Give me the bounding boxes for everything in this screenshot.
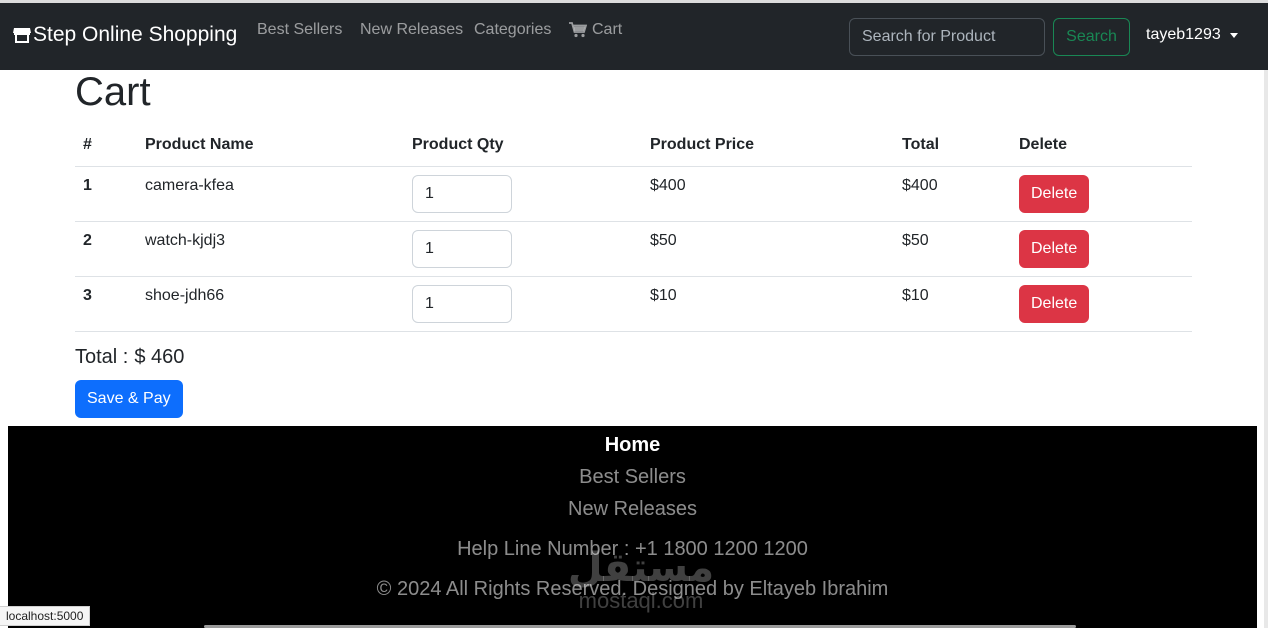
table-row: 2 watch-kjdj3 $50 $50 Delete <box>75 221 1192 277</box>
search-input[interactable] <box>849 18 1045 56</box>
column-header-index: # <box>75 124 137 167</box>
navbar: Step Online Shopping Best Sellers New Re… <box>0 3 1268 70</box>
delete-button[interactable]: Delete <box>1019 174 1090 213</box>
quantity-input[interactable] <box>412 229 512 268</box>
delete-button[interactable]: Delete <box>1019 284 1090 323</box>
delete-cell: Delete <box>1011 166 1192 222</box>
column-header-product-price: Product Price <box>642 124 894 167</box>
product-price: $10 <box>642 276 894 332</box>
row-index: 3 <box>75 276 137 332</box>
search-button[interactable]: Search <box>1053 18 1130 56</box>
qty-cell <box>404 166 642 222</box>
save-and-pay-button[interactable]: Save & Pay <box>75 380 183 418</box>
footer-link-new-releases[interactable]: New Releases <box>8 498 1257 521</box>
product-price: $400 <box>642 166 894 222</box>
cart-table: # Product Name Product Qty Product Price… <box>75 124 1192 332</box>
column-header-delete: Delete <box>1011 124 1192 167</box>
row-total: $10 <box>894 276 1011 332</box>
cart-icon <box>569 22 587 38</box>
vertical-scrollbar[interactable] <box>1264 70 1268 628</box>
row-total: $50 <box>894 221 1011 277</box>
cart-total-label: Total : <box>75 346 129 368</box>
delete-cell: Delete <box>1011 221 1192 277</box>
cart-total: Total : $ 460 <box>75 346 184 369</box>
user-menu-dropdown[interactable]: tayeb1293 <box>1146 26 1238 44</box>
nav-new-releases[interactable]: New Releases <box>360 21 463 39</box>
column-header-product-qty: Product Qty <box>404 124 642 167</box>
column-header-total: Total <box>894 124 1011 167</box>
nav-best-sellers[interactable]: Best Sellers <box>257 21 342 39</box>
nav-cart-label: Cart <box>592 21 623 38</box>
column-header-product-name: Product Name <box>137 124 404 167</box>
qty-cell <box>404 276 642 332</box>
product-price: $50 <box>642 221 894 277</box>
status-bar-url: localhost:5000 <box>0 606 91 626</box>
brand-title: Step Online Shopping <box>33 23 238 46</box>
qty-cell <box>404 221 642 277</box>
row-index: 2 <box>75 221 137 277</box>
caret-down-icon <box>1229 32 1238 38</box>
quantity-input[interactable] <box>412 174 512 213</box>
product-name: shoe-jdh66 <box>137 276 404 332</box>
table-row: 1 camera-kfea $400 $400 Delete <box>75 166 1192 222</box>
cart-total-value: $ 460 <box>134 346 185 368</box>
brand-link[interactable]: Step Online Shopping <box>12 23 237 47</box>
username: tayeb1293 <box>1146 26 1221 43</box>
footer-link-home[interactable]: Home <box>8 434 1257 457</box>
product-name: camera-kfea <box>137 166 404 222</box>
delete-button[interactable]: Delete <box>1019 229 1090 268</box>
page-title: Cart <box>75 70 151 114</box>
watermark-logo: مستقل mostaql.com <box>556 546 726 612</box>
row-total: $400 <box>894 166 1011 222</box>
table-header-row: # Product Name Product Qty Product Price… <box>75 124 1192 167</box>
row-index: 1 <box>75 166 137 222</box>
nav-cart[interactable]: Cart <box>569 21 622 39</box>
delete-cell: Delete <box>1011 276 1192 332</box>
shop-icon <box>13 28 31 43</box>
nav-categories[interactable]: Categories <box>474 21 551 39</box>
product-name: watch-kjdj3 <box>137 221 404 277</box>
quantity-input[interactable] <box>412 284 512 323</box>
footer-link-best-sellers[interactable]: Best Sellers <box>8 466 1257 489</box>
watermark-latin: mostaql.com <box>578 588 704 613</box>
footer: Home Best Sellers New Releases Help Line… <box>8 426 1257 628</box>
watermark-arabic: مستقل <box>567 545 715 591</box>
table-row: 3 shoe-jdh66 $10 $10 Delete <box>75 276 1192 332</box>
